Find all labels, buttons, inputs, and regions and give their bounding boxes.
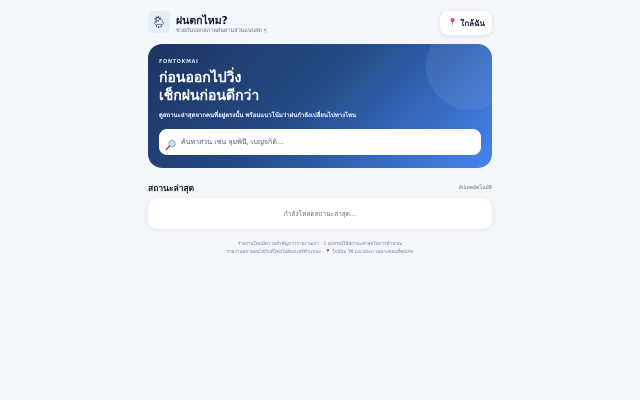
hero-title-line1: ก่อนออกไปวิ่ง (159, 70, 242, 86)
near-me-label: ใกล้ฉัน (460, 18, 485, 28)
hero-description: ดูสถานะล่าสุดจากคนที่อยู่ตรงนั้น พร้อมแน… (159, 112, 357, 119)
loading-text: กำลังโหลดสถานะล่าสุด... (283, 209, 357, 218)
near-me-button[interactable]: 📍 ใกล้ฉัน (440, 11, 492, 35)
search-icon (165, 136, 177, 151)
app-subtitle: ช่วยกันบอกสภาพฝนตามสวนแบบสด ๆ (176, 28, 267, 34)
auto-update-label: อัปเดตอัตโนมัติ (458, 185, 492, 191)
search-input[interactable] (181, 132, 471, 152)
footer-line2: รายงานสภาพฝนได้กับที่โดยไม่ต้องแชร์ตำแหน… (226, 250, 414, 255)
app-header: 🌦 ฝนตกไหม? ช่วยกันบอกสภาพฝนตามสวนแบบสด ๆ… (148, 10, 492, 40)
brand-label: FONTOKMAI (159, 59, 199, 65)
status-title: สถานะล่าสุด (148, 184, 195, 194)
search-box[interactable] (159, 129, 481, 155)
sun-behind-rain-cloud-icon: 🌦 (148, 11, 170, 33)
status-header: สถานะล่าสุด อัปเดตอัตโนมัติ (148, 180, 492, 194)
hero-title-line2: เช็กฝนก่อนดีกว่า (159, 88, 260, 104)
hero-card: FONTOKMAI ก่อนออกไปวิ่ง เช็กฝนก่อนดีกว่า… (148, 44, 492, 168)
status-card: กำลังโหลดสถานะล่าสุด... (148, 198, 492, 229)
hero-title: ก่อนออกไปวิ่ง เช็กฝนก่อนดีกว่า (159, 69, 259, 105)
decorative-circle (426, 44, 492, 110)
footer-line1: รายงานใหม่มีความสำคัญกว่ารายงานเก่า · 1 … (237, 242, 403, 247)
location-pin-icon: 📍 (447, 18, 458, 27)
footer: รายงานใหม่มีความสำคัญกว่ารายงานเก่า · 1 … (148, 241, 492, 257)
